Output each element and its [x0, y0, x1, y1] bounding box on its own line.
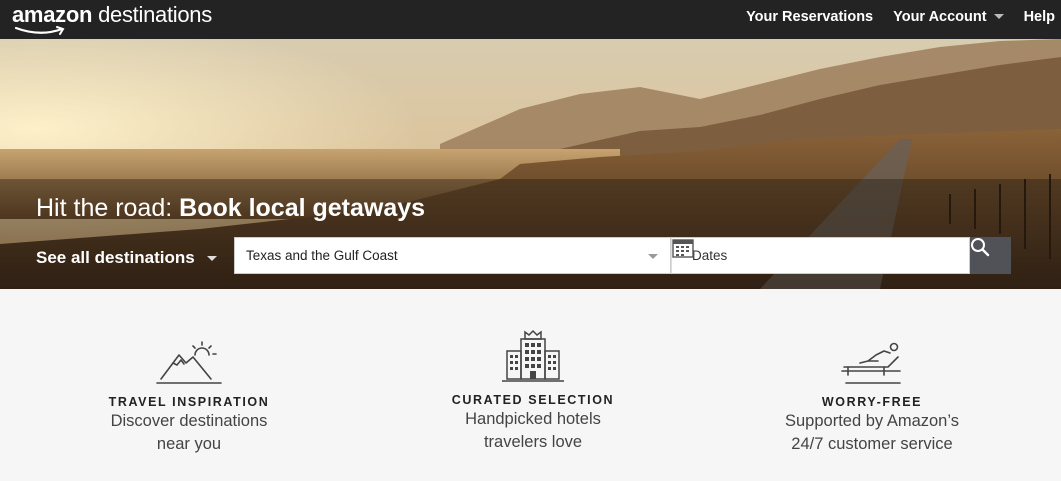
chevron-down-icon: [993, 14, 1004, 19]
feature-worry-free: WORRY-FREE Supported by Amazon’s 24/7 cu…: [772, 341, 972, 455]
logo-brand: amazon: [12, 2, 93, 27]
hero-banner: Hit the road: Book local getaways See al…: [0, 39, 1061, 289]
feature-description-line1: Handpicked hotels: [465, 410, 601, 428]
feature-description-line2: near you: [156, 435, 222, 453]
hero-headline: Hit the road: Book local getaways: [36, 194, 425, 223]
feature-title: CURATED SELECTION: [451, 393, 615, 407]
your-reservations-link[interactable]: Your Reservations: [746, 9, 873, 25]
chevron-down-icon: [206, 255, 217, 261]
feature-curated-selection: CURATED SELECTION Handpicked hotels trav…: [433, 329, 633, 453]
mountain-sun-icon: [156, 341, 222, 384]
lounge-chair-icon: [841, 342, 901, 384]
see-all-destinations-label: See all destinations: [36, 248, 195, 267]
your-account-label: Your Account: [893, 8, 987, 25]
search-icon: [971, 238, 990, 257]
dates-placeholder: Dates: [692, 248, 728, 263]
amazon-smile-icon: [14, 26, 65, 35]
logo-product: destinations: [98, 2, 212, 27]
feature-description-line1: Supported by Amazon’s: [785, 412, 959, 430]
hotel-building-icon: [502, 329, 564, 382]
chevron-down-icon: [648, 254, 658, 259]
hero-headline-prefix: Hit the road:: [36, 194, 173, 222]
your-account-menu[interactable]: Your Account: [893, 8, 1004, 25]
feature-description-line2: 24/7 customer service: [791, 435, 953, 453]
feature-description-line2: travelers love: [483, 433, 583, 451]
feature-title: TRAVEL INSPIRATION: [108, 395, 270, 409]
dates-input[interactable]: Dates: [671, 237, 970, 274]
amazon-destinations-logo[interactable]: amazon destinations: [12, 2, 212, 36]
feature-description-line1: Discover destinations: [110, 412, 268, 430]
destination-select-value: Texas and the Gulf Coast: [246, 248, 398, 263]
feature-travel-inspiration: TRAVEL INSPIRATION Discover destinations…: [89, 341, 289, 455]
hero-headline-bold: Book local getaways: [179, 194, 426, 222]
destination-select[interactable]: Texas and the Gulf Coast: [234, 237, 671, 274]
help-link[interactable]: Help: [1024, 9, 1055, 25]
top-nav: amazon destinations Your Reservations Yo…: [0, 0, 1061, 39]
search-button[interactable]: [970, 237, 1011, 274]
feature-title: WORRY-FREE: [821, 395, 923, 409]
see-all-destinations-dropdown[interactable]: See all destinations: [36, 248, 217, 268]
features-section: TRAVEL INSPIRATION Discover destinations…: [0, 289, 1061, 481]
